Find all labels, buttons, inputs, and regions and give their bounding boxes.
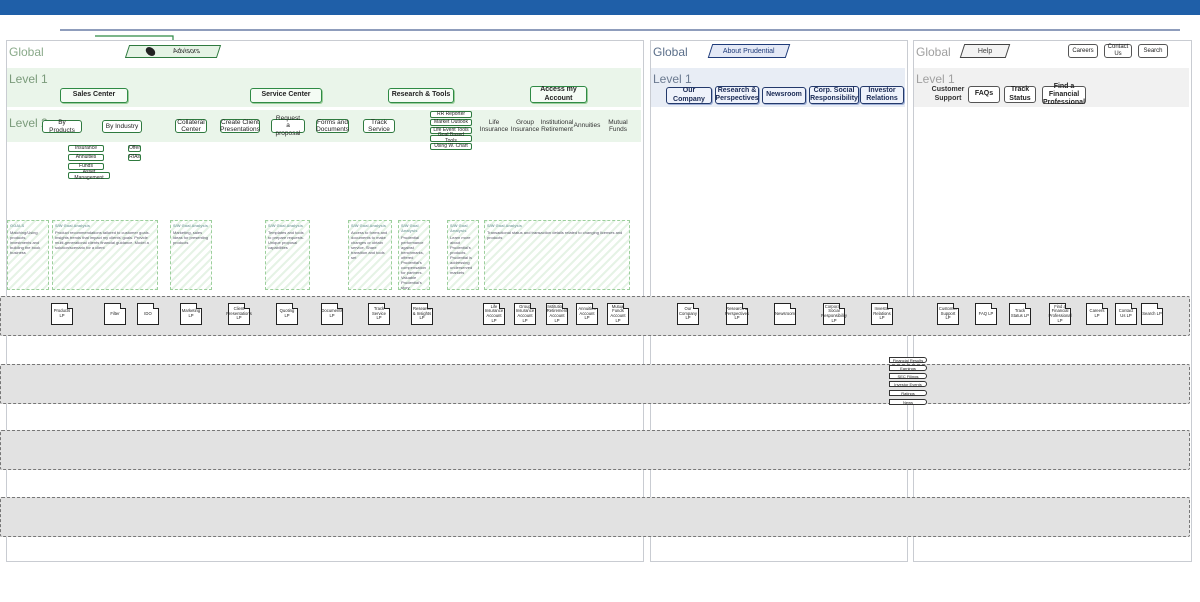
- doc-page[interactable]: Marketing LP: [180, 303, 202, 325]
- doc-page[interactable]: Products LP: [51, 303, 73, 325]
- goal-note: S/W Goal Analysis Transactional status an…: [484, 220, 630, 290]
- list-item[interactable]: Ratings: [889, 390, 927, 396]
- goal-note: GOALS Matching/Using products, investment…: [7, 220, 49, 290]
- contact-us-link[interactable]: Contact Us: [1104, 44, 1132, 58]
- group-insurance-node[interactable]: Group Insurance: [511, 119, 540, 133]
- access-account-node[interactable]: Access my Account: [530, 86, 587, 103]
- research-tools-node[interactable]: Research & Tools: [388, 88, 454, 103]
- doc-page[interactable]: FAQ LP: [975, 303, 997, 325]
- doc-page[interactable]: Client Presentations LP: [226, 303, 252, 325]
- about-root-node[interactable]: About Prudential: [707, 44, 791, 58]
- about-global-label: Global: [653, 45, 688, 59]
- forms-documents-node[interactable]: Forms and Documents: [316, 119, 349, 133]
- doc-page[interactable]: Newsroom: [774, 303, 796, 325]
- institutional-retirement-node[interactable]: Institutional Retirement: [541, 119, 574, 133]
- lower-strip-2: [0, 430, 1190, 470]
- mutual-funds-node[interactable]: Mutual Funds: [604, 119, 632, 133]
- list-item[interactable]: Insurance: [68, 145, 104, 152]
- track-status-node[interactable]: Track Status: [1004, 86, 1036, 103]
- advisors-level1-label: Level 1: [9, 72, 48, 86]
- doc-page[interactable]: Corporate Social Responsibility LP: [821, 303, 847, 325]
- newsroom-node[interactable]: Newsroom: [762, 87, 806, 104]
- doc-page[interactable]: Research & Insights LP: [411, 303, 433, 325]
- collateral-center-node[interactable]: Collateral Center: [175, 119, 207, 133]
- lower-strip-1: [0, 364, 1190, 404]
- faqs-node[interactable]: FAQs: [968, 86, 1000, 103]
- help-root-node[interactable]: Help: [959, 44, 1011, 58]
- about-level1-label: Level 1: [653, 72, 692, 86]
- doc-page[interactable]: Find a Financial Professional LP: [1048, 303, 1072, 325]
- by-products-node[interactable]: By Products: [42, 119, 82, 134]
- goal-note: S/W Goal Analysis Access to forms and doc…: [348, 220, 392, 290]
- help-level1-label: Level 1: [916, 72, 955, 86]
- list-item[interactable]: Using W. Chart: [430, 143, 472, 150]
- doc-page[interactable]: Track Service LP: [368, 303, 390, 325]
- create-client-presentations-node[interactable]: Create Client Presentations: [220, 119, 260, 133]
- life-insurance-node[interactable]: Life Insurance: [480, 119, 509, 133]
- goal-note: S/W Goal Analysis Templates and tools to …: [265, 220, 310, 290]
- our-company-node[interactable]: Our Company: [666, 87, 712, 104]
- annuities-node[interactable]: Annuities: [574, 119, 601, 133]
- service-center-node[interactable]: Service Center: [250, 88, 322, 103]
- list-item[interactable]: Goal Based Tools: [430, 132, 472, 143]
- list-item[interactable]: Financial Results: [889, 357, 927, 363]
- doc-page[interactable]: Research & Perspectives LP: [725, 303, 749, 325]
- doc-page[interactable]: Annuities Account LP: [576, 303, 598, 325]
- doc-page[interactable]: Track Status LP: [1009, 303, 1031, 325]
- doc-page[interactable]: Mutual Funds Account LP: [607, 303, 629, 325]
- doc-page[interactable]: Our Company LP: [677, 303, 699, 325]
- investor-relations-node[interactable]: Investor Relations: [860, 86, 904, 104]
- doc-page[interactable]: Quoting LP: [276, 303, 298, 325]
- list-item[interactable]: Earnings: [889, 365, 927, 371]
- doc-page[interactable]: Customer Support LP: [937, 303, 959, 325]
- doc-page[interactable]: Life Insurance Account LP: [483, 303, 505, 325]
- sales-center-node[interactable]: Sales Center: [60, 88, 128, 103]
- logo-icon: [144, 47, 157, 56]
- list-item[interactable]: Market Outlook: [430, 119, 472, 126]
- doc-page[interactable]: Investor Relations LP: [871, 303, 893, 325]
- list-item[interactable]: Offer: [128, 145, 141, 152]
- careers-link[interactable]: Careers: [1068, 44, 1098, 58]
- goal-note: S/W Goal Analysis Product recommendations…: [52, 220, 158, 290]
- advisors-root-node[interactable]: Advisors: [124, 45, 222, 58]
- request-proposal-node[interactable]: Request a proposal: [271, 115, 305, 137]
- list-item[interactable]: RR Reporter: [430, 111, 472, 118]
- doc-page[interactable]: IDO: [137, 303, 159, 325]
- doc-page[interactable]: Careers LP: [1086, 303, 1108, 325]
- doc-page[interactable]: Institutional Retirement Account LP: [546, 303, 568, 325]
- goal-note: S/W Goal Analysis Marketing, sales ideas …: [170, 220, 212, 290]
- search-link[interactable]: Search: [1138, 44, 1168, 58]
- list-item[interactable]: Investor Events: [889, 381, 927, 387]
- list-item[interactable]: Annuities: [68, 154, 104, 161]
- list-item[interactable]: RIAs: [128, 154, 141, 161]
- doc-page[interactable]: Contact Us LP: [1115, 303, 1137, 325]
- list-item[interactable]: Asset Management: [68, 169, 110, 180]
- lower-strip-3: [0, 497, 1190, 537]
- research-perspectives-node[interactable]: Research & Perspectives: [715, 86, 759, 104]
- list-item[interactable]: News: [889, 399, 927, 405]
- doc-page[interactable]: Search LP: [1141, 303, 1163, 325]
- find-financial-professional-node[interactable]: Find a Financial Professional: [1042, 83, 1086, 106]
- goal-note: S/W Goal Analysis Prudential performance …: [398, 220, 430, 290]
- doc-page[interactable]: Group Insurance Account LP: [514, 303, 536, 325]
- by-industry-node[interactable]: By Industry: [102, 120, 142, 133]
- customer-support-node[interactable]: Customer Support: [930, 86, 966, 103]
- list-item[interactable]: SEC Filings: [889, 373, 927, 379]
- advisors-global-label: Global: [9, 45, 44, 59]
- track-service-node[interactable]: Track Service: [363, 119, 395, 133]
- help-global-label: Global: [916, 45, 951, 59]
- corp-social-responsibility-node[interactable]: Corp. Social Responsibility: [809, 86, 859, 104]
- doc-page[interactable]: Filter: [104, 303, 126, 325]
- goal-note: S/W Goal Analysis Learn more about Pruden…: [447, 220, 479, 290]
- doc-page[interactable]: Documents LP: [321, 303, 343, 325]
